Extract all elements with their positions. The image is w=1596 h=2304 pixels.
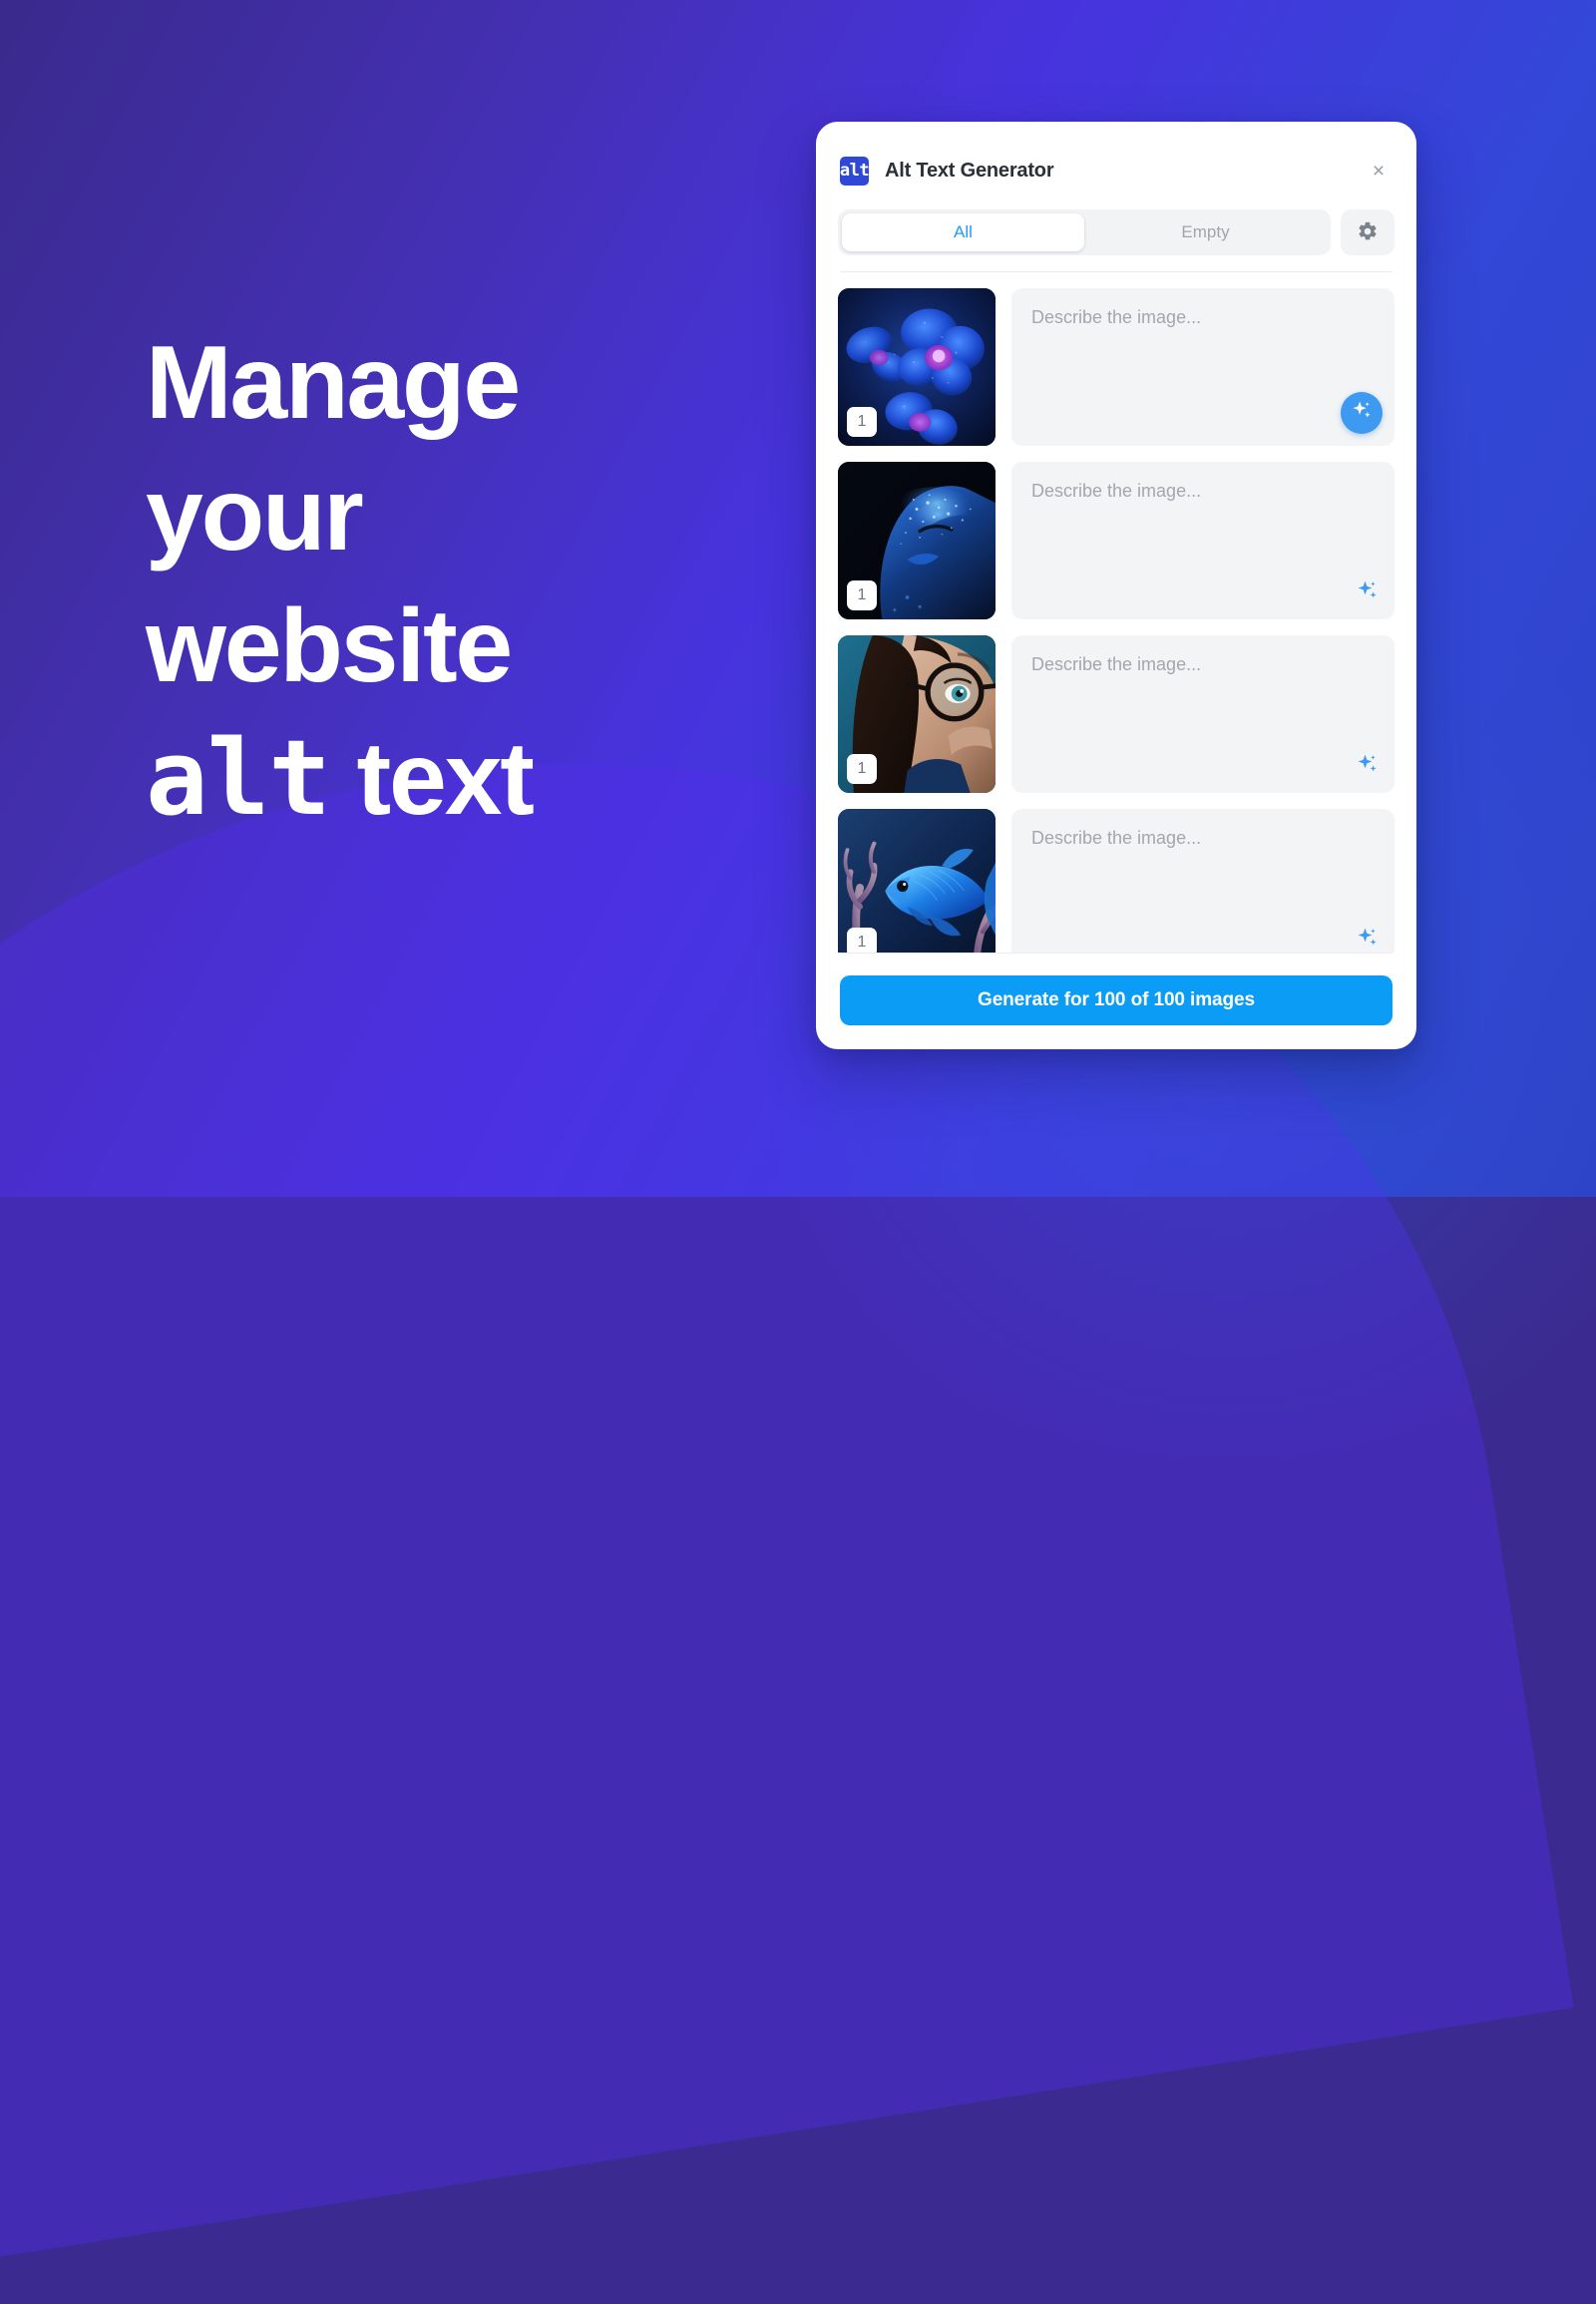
settings-button[interactable] <box>1341 209 1395 255</box>
list-item: 1 Describe the image... <box>838 809 1395 953</box>
alt-text-placeholder: Describe the image... <box>1031 828 1202 848</box>
panel-title: Alt Text Generator <box>885 159 1054 182</box>
gear-icon <box>1357 220 1379 245</box>
generate-alt-text-button[interactable] <box>1341 392 1383 434</box>
hero-headline: Manage your website alt text <box>146 317 784 845</box>
image-index-badge: 1 <box>847 407 877 437</box>
alt-text-placeholder: Describe the image... <box>1031 654 1202 674</box>
image-index-badge: 1 <box>847 754 877 784</box>
filter-segmented-control: All Empty <box>838 209 1331 255</box>
app-logo-icon: alt <box>840 156 870 186</box>
list-item: 1 Describe the image... <box>838 462 1395 619</box>
headline-text-word: text <box>329 721 535 838</box>
list-item: 1 Describe the image... <box>838 635 1395 793</box>
generate-alt-text-button[interactable] <box>1355 579 1381 605</box>
tab-all[interactable]: All <box>842 213 1084 251</box>
image-list: 1 Describe the image... 1 Describe the i… <box>838 272 1395 953</box>
generate-alt-text-button[interactable] <box>1355 753 1381 779</box>
sparkle-icon <box>1356 578 1380 607</box>
headline-line-3: website <box>146 588 513 705</box>
alt-text-input[interactable]: Describe the image... <box>1011 288 1395 446</box>
image-thumbnail-blue-orchid-flowers[interactable]: 1 <box>838 288 996 446</box>
image-index-badge: 1 <box>847 580 877 610</box>
headline-alt-mono: alt <box>146 717 331 840</box>
headline-line-2: your <box>146 457 364 574</box>
alt-text-generator-panel: alt Alt Text Generator × All Empty 1 Des… <box>816 122 1416 1049</box>
panel-header: alt Alt Text Generator × <box>838 144 1395 197</box>
image-thumbnail-woman-with-glasses-closeup[interactable]: 1 <box>838 635 996 793</box>
image-thumbnail-portrait-blue-glitter-makeup[interactable]: 1 <box>838 462 996 619</box>
alt-text-placeholder: Describe the image... <box>1031 307 1202 327</box>
image-index-badge: 1 <box>847 928 877 953</box>
tab-empty[interactable]: Empty <box>1084 213 1327 251</box>
close-icon[interactable]: × <box>1365 157 1393 185</box>
alt-text-input[interactable]: Describe the image... <box>1011 462 1395 619</box>
panel-footer: Generate for 100 of 100 images <box>840 953 1393 1049</box>
sparkle-icon <box>1356 926 1380 954</box>
sparkle-icon <box>1356 752 1380 781</box>
alt-text-placeholder: Describe the image... <box>1031 481 1202 501</box>
panel-tabbar: All Empty <box>838 209 1395 255</box>
sparkle-icon <box>1351 399 1374 427</box>
headline-line-1: Manage <box>146 325 521 441</box>
list-item: 1 Describe the image... <box>838 288 1395 446</box>
alt-text-input[interactable]: Describe the image... <box>1011 635 1395 793</box>
generate-all-button[interactable]: Generate for 100 of 100 images <box>840 975 1393 1025</box>
generate-alt-text-button[interactable] <box>1355 927 1381 953</box>
image-thumbnail-blue-fish-coral-reef[interactable]: 1 <box>838 809 996 953</box>
alt-text-input[interactable]: Describe the image... <box>1011 809 1395 953</box>
